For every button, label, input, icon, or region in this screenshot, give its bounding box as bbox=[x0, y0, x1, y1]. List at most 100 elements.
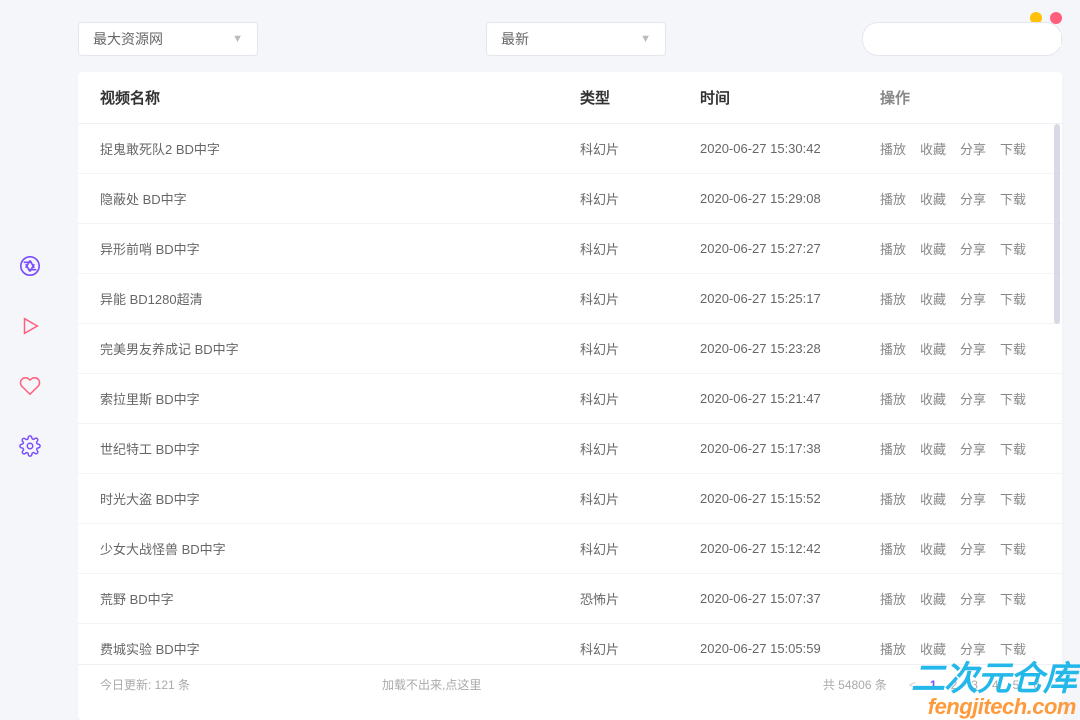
cell-type: 科幻片 bbox=[580, 139, 700, 158]
cell-actions: 播放收藏分享下载 bbox=[880, 489, 1040, 508]
share-action[interactable]: 分享 bbox=[960, 389, 986, 408]
table-row[interactable]: 隐蔽处 BD中字科幻片2020-06-27 15:29:08播放收藏分享下载 bbox=[78, 174, 1062, 224]
cell-time: 2020-06-27 15:12:42 bbox=[700, 541, 880, 556]
cell-time: 2020-06-27 15:30:42 bbox=[700, 141, 880, 156]
cell-type: 科幻片 bbox=[580, 389, 700, 408]
download-action[interactable]: 下载 bbox=[1000, 589, 1026, 608]
play-action[interactable]: 播放 bbox=[880, 139, 906, 158]
video-table: 视频名称 类型 时间 操作 捉鬼敢死队2 BD中字科幻片2020-06-27 1… bbox=[78, 72, 1062, 720]
fav-action[interactable]: 收藏 bbox=[920, 539, 946, 558]
cell-actions: 播放收藏分享下载 bbox=[880, 139, 1040, 158]
table-row[interactable]: 索拉里斯 BD中字科幻片2020-06-27 15:21:47播放收藏分享下载 bbox=[78, 374, 1062, 424]
table-row[interactable]: 世纪特工 BD中字科幻片2020-06-27 15:17:38播放收藏分享下载 bbox=[78, 424, 1062, 474]
table-footer: 今日更新: 121 条 加载不出来,点这里 共 54806 条 < 123456 bbox=[78, 664, 1062, 704]
download-action[interactable]: 下载 bbox=[1000, 539, 1026, 558]
table-row[interactable]: 少女大战怪兽 BD中字科幻片2020-06-27 15:12:42播放收藏分享下… bbox=[78, 524, 1062, 574]
play-action[interactable]: 播放 bbox=[880, 289, 906, 308]
play-action[interactable]: 播放 bbox=[880, 439, 906, 458]
table-row[interactable]: 荒野 BD中字恐怖片2020-06-27 15:07:37播放收藏分享下载 bbox=[78, 574, 1062, 624]
cell-actions: 播放收藏分享下载 bbox=[880, 289, 1040, 308]
fav-action[interactable]: 收藏 bbox=[920, 339, 946, 358]
search-box[interactable] bbox=[862, 22, 1062, 56]
share-action[interactable]: 分享 bbox=[960, 539, 986, 558]
fav-action[interactable]: 收藏 bbox=[920, 289, 946, 308]
download-action[interactable]: 下载 bbox=[1000, 289, 1026, 308]
play-icon[interactable] bbox=[19, 315, 41, 337]
share-action[interactable]: 分享 bbox=[960, 639, 986, 658]
aperture-icon[interactable] bbox=[19, 255, 41, 277]
sidebar bbox=[0, 0, 60, 720]
download-action[interactable]: 下载 bbox=[1000, 189, 1026, 208]
cell-actions: 播放收藏分享下载 bbox=[880, 389, 1040, 408]
cell-name: 世纪特工 BD中字 bbox=[100, 439, 580, 458]
download-action[interactable]: 下载 bbox=[1000, 239, 1026, 258]
fav-action[interactable]: 收藏 bbox=[920, 589, 946, 608]
source-select[interactable]: 最大资源网 ▼ bbox=[78, 22, 258, 56]
scrollbar[interactable] bbox=[1054, 124, 1060, 324]
play-action[interactable]: 播放 bbox=[880, 389, 906, 408]
download-action[interactable]: 下载 bbox=[1000, 439, 1026, 458]
download-action[interactable]: 下载 bbox=[1000, 489, 1026, 508]
reload-hint[interactable]: 加载不出来,点这里 bbox=[382, 676, 481, 693]
play-action[interactable]: 播放 bbox=[880, 589, 906, 608]
download-action[interactable]: 下载 bbox=[1000, 139, 1026, 158]
sort-select[interactable]: 最新 ▼ bbox=[486, 22, 666, 56]
page-prev[interactable]: < bbox=[909, 678, 916, 692]
fav-action[interactable]: 收藏 bbox=[920, 139, 946, 158]
download-action[interactable]: 下载 bbox=[1000, 389, 1026, 408]
page-number[interactable]: 2 bbox=[951, 678, 958, 692]
download-action[interactable]: 下载 bbox=[1000, 639, 1026, 658]
search-input[interactable] bbox=[885, 32, 1061, 47]
share-action[interactable]: 分享 bbox=[960, 139, 986, 158]
chevron-down-icon: ▼ bbox=[640, 33, 651, 45]
heart-icon[interactable] bbox=[19, 375, 41, 397]
play-action[interactable]: 播放 bbox=[880, 639, 906, 658]
share-action[interactable]: 分享 bbox=[960, 589, 986, 608]
page-number[interactable]: 5 bbox=[1013, 678, 1020, 692]
table-row[interactable]: 捉鬼敢死队2 BD中字科幻片2020-06-27 15:30:42播放收藏分享下… bbox=[78, 124, 1062, 174]
page-number[interactable]: 4 bbox=[992, 678, 999, 692]
cell-name: 时光大盗 BD中字 bbox=[100, 489, 580, 508]
cell-time: 2020-06-27 15:25:17 bbox=[700, 291, 880, 306]
play-action[interactable]: 播放 bbox=[880, 489, 906, 508]
fav-action[interactable]: 收藏 bbox=[920, 239, 946, 258]
table-row[interactable]: 费城实验 BD中字科幻片2020-06-27 15:05:59播放收藏分享下载 bbox=[78, 624, 1062, 664]
cell-type: 科幻片 bbox=[580, 339, 700, 358]
gear-icon[interactable] bbox=[19, 435, 41, 457]
cell-name: 异能 BD1280超清 bbox=[100, 289, 580, 308]
share-action[interactable]: 分享 bbox=[960, 189, 986, 208]
play-action[interactable]: 播放 bbox=[880, 539, 906, 558]
cell-name: 捉鬼敢死队2 BD中字 bbox=[100, 139, 580, 158]
fav-action[interactable]: 收藏 bbox=[920, 389, 946, 408]
cell-name: 异形前哨 BD中字 bbox=[100, 239, 580, 258]
cell-type: 恐怖片 bbox=[580, 589, 700, 608]
cell-type: 科幻片 bbox=[580, 539, 700, 558]
fav-action[interactable]: 收藏 bbox=[920, 439, 946, 458]
table-row[interactable]: 完美男友养成记 BD中字科幻片2020-06-27 15:23:28播放收藏分享… bbox=[78, 324, 1062, 374]
fav-action[interactable]: 收藏 bbox=[920, 489, 946, 508]
source-select-label: 最大资源网 bbox=[93, 29, 163, 49]
cell-type: 科幻片 bbox=[580, 489, 700, 508]
page-number[interactable]: 6 bbox=[1033, 678, 1040, 692]
page-number[interactable]: 1 bbox=[930, 678, 937, 692]
play-action[interactable]: 播放 bbox=[880, 339, 906, 358]
share-action[interactable]: 分享 bbox=[960, 439, 986, 458]
share-action[interactable]: 分享 bbox=[960, 239, 986, 258]
download-action[interactable]: 下载 bbox=[1000, 339, 1026, 358]
table-row[interactable]: 异能 BD1280超清科幻片2020-06-27 15:25:17播放收藏分享下… bbox=[78, 274, 1062, 324]
play-action[interactable]: 播放 bbox=[880, 189, 906, 208]
fav-action[interactable]: 收藏 bbox=[920, 189, 946, 208]
cell-actions: 播放收藏分享下载 bbox=[880, 239, 1040, 258]
cell-name: 隐蔽处 BD中字 bbox=[100, 189, 580, 208]
play-action[interactable]: 播放 bbox=[880, 239, 906, 258]
table-row[interactable]: 时光大盗 BD中字科幻片2020-06-27 15:15:52播放收藏分享下载 bbox=[78, 474, 1062, 524]
fav-action[interactable]: 收藏 bbox=[920, 639, 946, 658]
share-action[interactable]: 分享 bbox=[960, 339, 986, 358]
page-number[interactable]: 3 bbox=[971, 678, 978, 692]
share-action[interactable]: 分享 bbox=[960, 289, 986, 308]
table-row[interactable]: 异形前哨 BD中字科幻片2020-06-27 15:27:27播放收藏分享下载 bbox=[78, 224, 1062, 274]
share-action[interactable]: 分享 bbox=[960, 489, 986, 508]
cell-time: 2020-06-27 15:29:08 bbox=[700, 191, 880, 206]
cell-type: 科幻片 bbox=[580, 239, 700, 258]
cell-type: 科幻片 bbox=[580, 639, 700, 658]
